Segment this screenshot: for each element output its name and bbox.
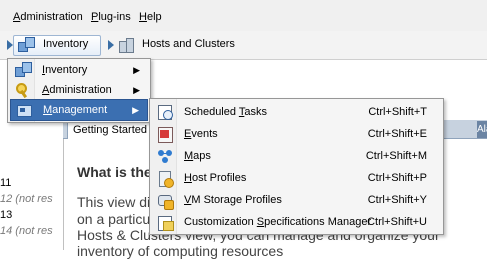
inventory-breadcrumb-label: Inventory <box>43 38 89 50</box>
list-item[interactable]: 14 (not res <box>0 225 53 237</box>
menu-item-shortcut: Ctrl+Shift+M <box>365 150 427 162</box>
menu-item-management[interactable]: Management ▶ <box>10 99 148 121</box>
menu-item-shortcut: Ctrl+Shift+U <box>367 216 427 228</box>
hosts-clusters-breadcrumb[interactable]: Hosts and Clusters <box>142 38 235 50</box>
menu-item-label: Scheduled Tasks <box>184 106 267 118</box>
menu-item-administration[interactable]: Administration ▶ <box>10 80 148 100</box>
tab-alarms[interactable]: Ala <box>477 121 487 138</box>
events-icon <box>157 126 173 143</box>
inventory-icon <box>18 37 35 53</box>
menu-help[interactable]: Help <box>139 9 162 25</box>
scheduled-tasks-icon <box>157 104 173 120</box>
host-profiles-icon <box>157 170 174 188</box>
menu-item-shortcut: Ctrl+Shift+P <box>367 172 427 184</box>
menu-item-label: Inventory <box>42 64 88 76</box>
menu-item-label: Administration <box>42 84 112 96</box>
help-text-line: inventory of computing resources <box>77 243 284 259</box>
menu-plugins[interactable]: Plug-ins <box>91 9 131 25</box>
menu-item-host-profiles[interactable]: Host Profiles Ctrl+Shift+P <box>152 168 441 188</box>
menu-item-label: Events <box>184 128 218 140</box>
inventory-icon <box>15 62 32 78</box>
menu-administration-label: dministration <box>20 11 83 23</box>
list-item[interactable]: 12 (not res <box>0 193 53 205</box>
submenu-arrow-icon: ▶ <box>133 85 140 95</box>
menu-item-label: VM Storage Profiles <box>184 194 282 206</box>
menu-help-accel: H <box>139 11 147 23</box>
management-submenu: Scheduled Tasks Ctrl+Shift+T Events Ctrl… <box>149 98 444 235</box>
help-heading: What is the <box>77 164 152 180</box>
inventory-breadcrumb-button[interactable]: Inventory <box>13 35 101 56</box>
help-text-line: This view di <box>77 194 151 210</box>
menu-item-shortcut: Ctrl+Shift+Y <box>367 194 427 206</box>
key-icon <box>15 82 31 99</box>
menu-administration[interactable]: Administration <box>13 9 83 25</box>
menu-item-inventory[interactable]: Inventory ▶ <box>10 60 148 80</box>
menu-item-scheduled-tasks[interactable]: Scheduled Tasks Ctrl+Shift+T <box>152 102 441 122</box>
vm-storage-profiles-icon <box>157 192 174 210</box>
customization-specs-icon <box>157 214 174 231</box>
menu-item-label: Maps <box>184 150 211 162</box>
menu-bar: Administration Plug-ins Help <box>0 0 487 31</box>
hosts-clusters-icon <box>118 37 134 53</box>
list-item-label: 12 (not res <box>0 193 53 205</box>
menu-item-shortcut: Ctrl+Shift+T <box>368 106 427 118</box>
list-item[interactable]: 13 <box>0 209 12 221</box>
menu-item-shortcut: Ctrl+Shift+E <box>367 128 427 140</box>
menu-plugins-label: lug-ins <box>98 11 131 23</box>
menu-item-label: Host Profiles <box>184 172 247 184</box>
list-item-label: 11 <box>0 177 12 189</box>
menu-item-events[interactable]: Events Ctrl+Shift+E <box>152 124 441 144</box>
menu-item-label: Customization Specifications Manager <box>184 216 372 228</box>
breadcrumb: Inventory Hosts and Clusters <box>0 31 487 60</box>
help-text-line: on a particu <box>77 211 151 227</box>
maps-icon <box>157 148 173 164</box>
inventory-dropdown-menu: Inventory ▶ Administration ▶ Management … <box>7 58 151 123</box>
menu-item-label: Management <box>43 104 108 116</box>
submenu-arrow-icon: ▶ <box>133 65 140 75</box>
management-icon <box>16 102 32 118</box>
list-item-label: 13 <box>0 209 13 221</box>
tab-getting-started[interactable]: Getting Started <box>67 121 153 139</box>
menu-item-vm-storage-profiles[interactable]: VM Storage Profiles Ctrl+Shift+Y <box>152 190 441 210</box>
submenu-arrow-icon: ▶ <box>132 105 139 115</box>
menu-item-customization-specifications-manager[interactable]: Customization Specifications Manager Ctr… <box>152 212 441 232</box>
list-item-label: 14 (not res <box>0 225 53 237</box>
menu-item-maps[interactable]: Maps Ctrl+Shift+M <box>152 146 441 166</box>
breadcrumb-arrow-icon <box>108 40 114 50</box>
menu-help-label: elp <box>146 11 162 23</box>
list-item[interactable]: 11 <box>0 177 11 189</box>
